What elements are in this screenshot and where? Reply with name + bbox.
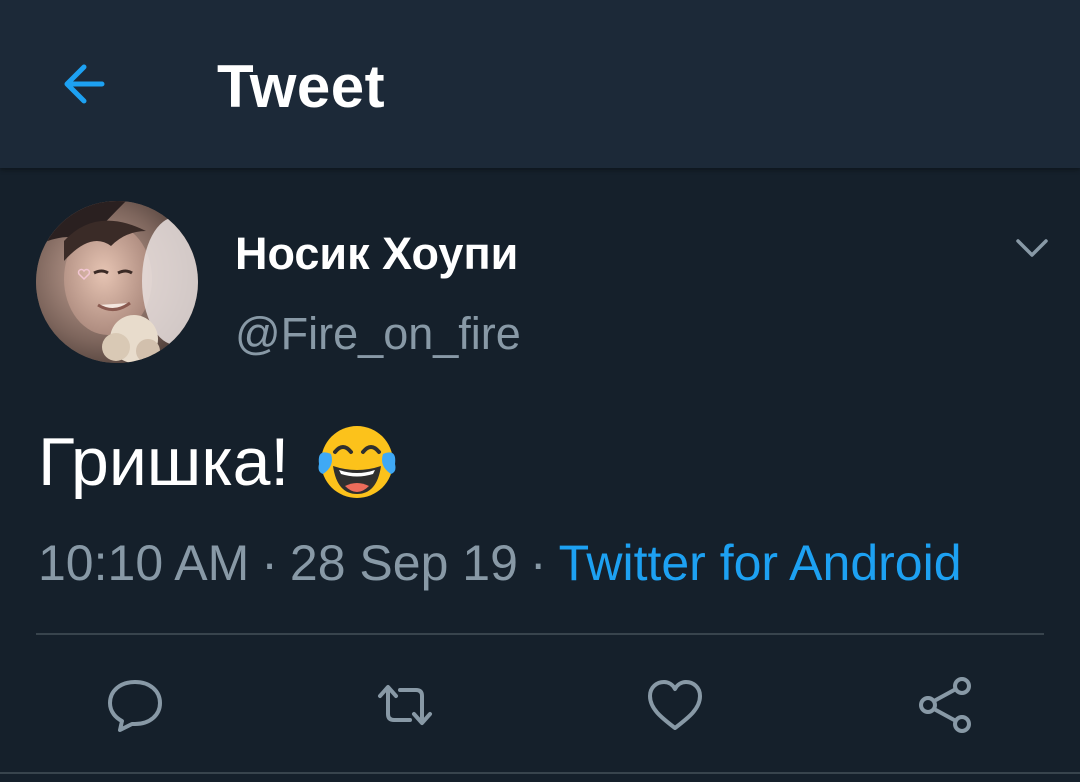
divider bbox=[36, 633, 1044, 635]
author-handle[interactable]: @Fire_on_fire bbox=[235, 306, 521, 362]
tweet-actions-bar bbox=[0, 660, 1080, 750]
face-with-tears-of-joy-icon bbox=[318, 426, 396, 498]
heart-icon bbox=[648, 680, 702, 730]
comment-icon bbox=[108, 680, 162, 732]
top-app-bar: Tweet bbox=[0, 0, 1080, 168]
retweet-button[interactable] bbox=[370, 670, 440, 740]
tweet-body: Гришка! bbox=[38, 418, 401, 506]
tweet-text: Гришка! bbox=[38, 424, 290, 500]
arrow-left-icon bbox=[64, 64, 105, 104]
author-name[interactable]: Носик Хоупи bbox=[235, 227, 518, 281]
reply-button[interactable] bbox=[100, 670, 170, 740]
meta-separator: · bbox=[529, 535, 547, 591]
meta-separator: · bbox=[261, 535, 278, 591]
bottom-divider bbox=[0, 772, 1080, 774]
tweet-screen: Tweet Носик Хоупи @Fire_on_fire Гришка! … bbox=[0, 0, 1080, 782]
tweet-options-button[interactable] bbox=[1008, 224, 1056, 272]
retweet-icon bbox=[378, 685, 432, 725]
tweet-meta: 10:10 AM · 28 Sep 19 · Twitter for Android bbox=[38, 530, 962, 596]
avatar[interactable] bbox=[36, 201, 198, 363]
tweet-time: 10:10 AM bbox=[38, 535, 250, 591]
share-button[interactable] bbox=[910, 670, 980, 740]
back-button[interactable] bbox=[52, 52, 116, 116]
tweet-date: 28 Sep 19 bbox=[289, 535, 518, 591]
avatar-image bbox=[36, 201, 198, 363]
page-title: Tweet bbox=[217, 53, 386, 120]
like-button[interactable] bbox=[640, 670, 710, 740]
share-icon bbox=[919, 677, 971, 733]
chevron-down-icon bbox=[1016, 239, 1048, 257]
tweet-source-link[interactable]: Twitter for Android bbox=[559, 535, 962, 591]
